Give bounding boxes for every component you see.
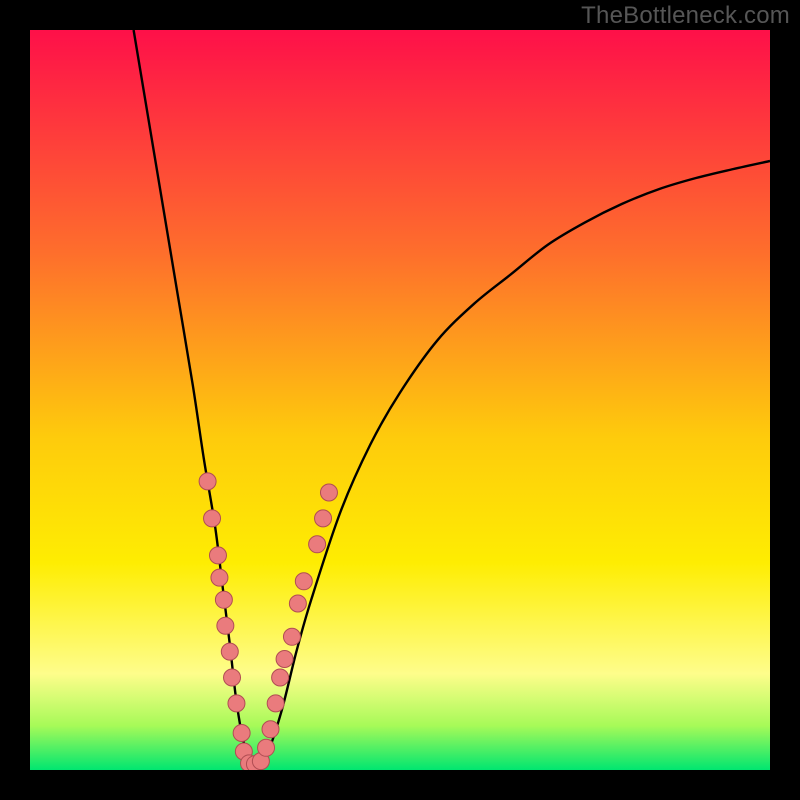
data-marker: [262, 721, 279, 738]
data-marker: [199, 473, 216, 490]
data-marker: [204, 510, 221, 527]
data-marker: [215, 591, 232, 608]
data-marker: [267, 695, 284, 712]
gradient-background: [30, 30, 770, 770]
data-marker: [320, 484, 337, 501]
data-marker: [209, 547, 226, 564]
data-marker: [233, 725, 250, 742]
data-marker: [309, 536, 326, 553]
watermark-text: TheBottleneck.com: [581, 2, 790, 30]
data-marker: [258, 739, 275, 756]
data-marker: [221, 643, 238, 660]
data-marker: [217, 617, 234, 634]
chart-container: TheBottleneck.com: [0, 0, 800, 800]
data-marker: [283, 628, 300, 645]
data-marker: [228, 695, 245, 712]
data-marker: [276, 651, 293, 668]
plot-svg: [30, 30, 770, 770]
data-marker: [272, 669, 289, 686]
data-marker: [211, 569, 228, 586]
data-marker: [289, 595, 306, 612]
data-marker: [224, 669, 241, 686]
data-marker: [315, 510, 332, 527]
data-marker: [295, 573, 312, 590]
plot-area: [30, 30, 770, 770]
